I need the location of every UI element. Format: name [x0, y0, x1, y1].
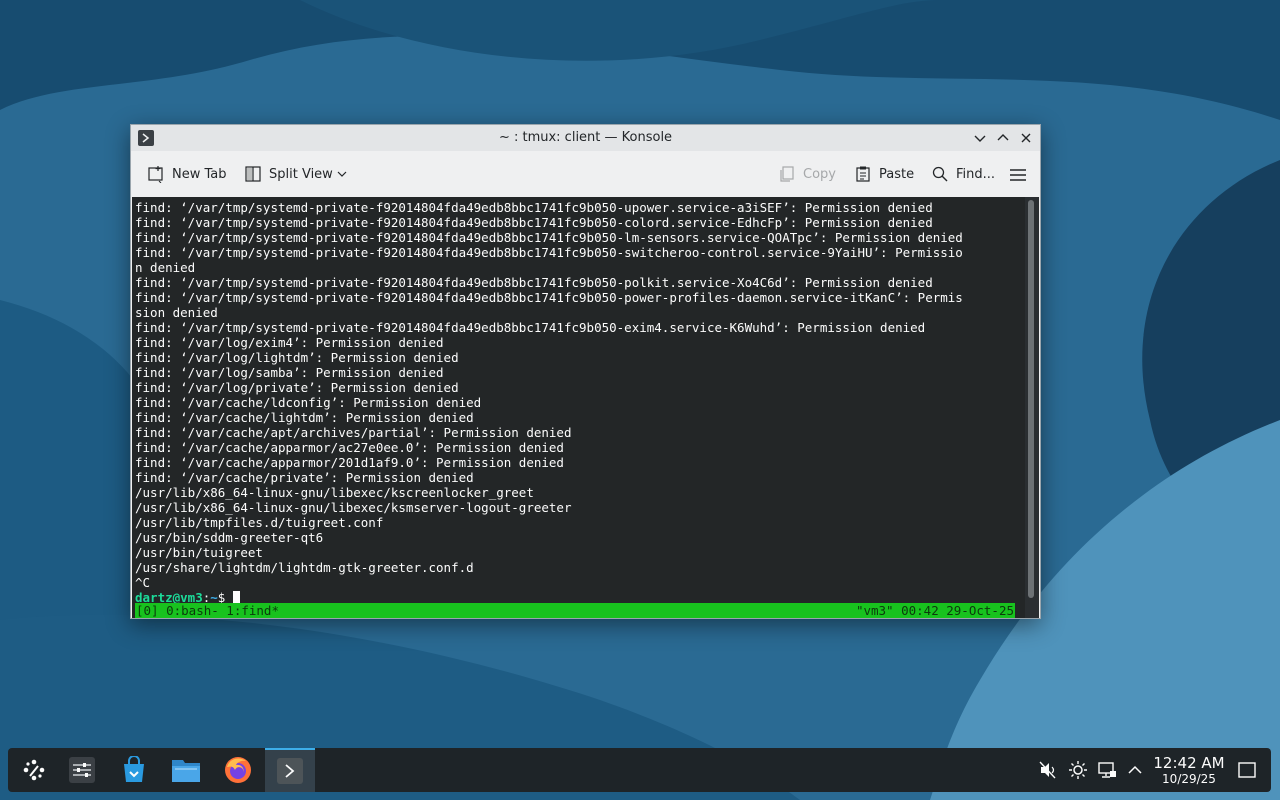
window-title: ~ : tmux: client — Konsole [498, 130, 673, 145]
toolbar: New Tab Split View Copy Paste Find... [131, 151, 1040, 197]
new-tab-label: New Tab [172, 166, 227, 182]
hamburger-menu-button[interactable] [1009, 165, 1034, 185]
minimize-button[interactable] [970, 128, 990, 148]
network-icon [1098, 762, 1116, 778]
terminal-icon [277, 758, 303, 784]
firefox-icon [225, 757, 251, 783]
maximize-button[interactable] [993, 128, 1013, 148]
network-button[interactable] [1097, 760, 1117, 780]
find-label: Find... [956, 166, 996, 182]
taskbar-settings-app[interactable] [58, 748, 106, 792]
taskbar-firefox-app[interactable] [214, 748, 262, 792]
scrollbar-thumb[interactable] [1028, 200, 1034, 598]
chevron-up-icon [1128, 765, 1142, 774]
kde-launcher-icon [23, 759, 45, 781]
konsole-window[interactable]: ~ : tmux: client — Konsole New Tab Split… [130, 124, 1041, 619]
taskbar-discover-app[interactable] [110, 748, 158, 792]
copy-icon [780, 166, 794, 182]
paste-button[interactable]: Paste [854, 164, 914, 184]
show-desktop-icon [1238, 762, 1256, 778]
tmux-status-right: "vm3" 00:42 29-Oct-25 [855, 603, 1014, 618]
volume-muted-icon [1039, 761, 1056, 779]
show-hidden-icons-button[interactable] [1125, 760, 1145, 780]
show-desktop-button[interactable] [1237, 760, 1257, 780]
store-bag-icon [124, 756, 144, 782]
paste-label: Paste [879, 166, 915, 182]
terminal-scrollbar[interactable] [1025, 197, 1039, 618]
terminal-output: find: ‘/var/tmp/systemd-private-f9201480… [135, 200, 963, 590]
clock-time: 12:42 AM [1153, 754, 1225, 772]
brightness-button[interactable] [1068, 760, 1088, 780]
copy-label: Copy [803, 166, 836, 182]
taskbar-files-app[interactable] [162, 748, 210, 792]
new-tab-button[interactable]: New Tab [147, 164, 227, 184]
application-launcher-button[interactable] [10, 748, 58, 792]
split-view-menu-button[interactable] [336, 164, 355, 184]
hamburger-menu-icon [1010, 169, 1026, 181]
brightness-icon [1069, 761, 1087, 779]
split-view-label: Split View [269, 166, 333, 182]
folder-icon [172, 760, 200, 782]
close-button[interactable] [1016, 128, 1036, 148]
search-icon [932, 166, 948, 182]
close-icon [1021, 133, 1031, 143]
volume-button[interactable] [1038, 760, 1058, 780]
title-bar[interactable]: ~ : tmux: client — Konsole [131, 125, 1040, 151]
paste-icon [856, 166, 870, 182]
digital-clock[interactable]: 12:42 AM 10/29/25 [1151, 754, 1227, 786]
new-tab-icon [148, 166, 163, 183]
find-button[interactable]: Find... [931, 164, 995, 184]
tmux-status-bar: [0] 0:bash- 1:find* "vm3" 00:42 29-Oct-2… [135, 603, 1015, 618]
chevron-up-icon [997, 134, 1009, 141]
taskbar: 12:42 AM 10/29/25 [8, 748, 1271, 792]
taskbar-konsole-app[interactable] [265, 748, 315, 792]
tmux-window-list: [0] 0:bash- 1:find* [136, 603, 279, 618]
settings-sliders-icon [69, 757, 95, 783]
split-view-button[interactable]: Split View [244, 164, 333, 184]
clock-date: 10/29/25 [1162, 772, 1216, 786]
terminal-view[interactable]: find: ‘/var/tmp/systemd-private-f9201480… [132, 197, 1039, 618]
copy-button[interactable]: Copy [778, 164, 836, 184]
split-view-icon [245, 166, 261, 182]
chevron-down-icon [974, 135, 986, 142]
chevron-down-icon [337, 171, 347, 177]
